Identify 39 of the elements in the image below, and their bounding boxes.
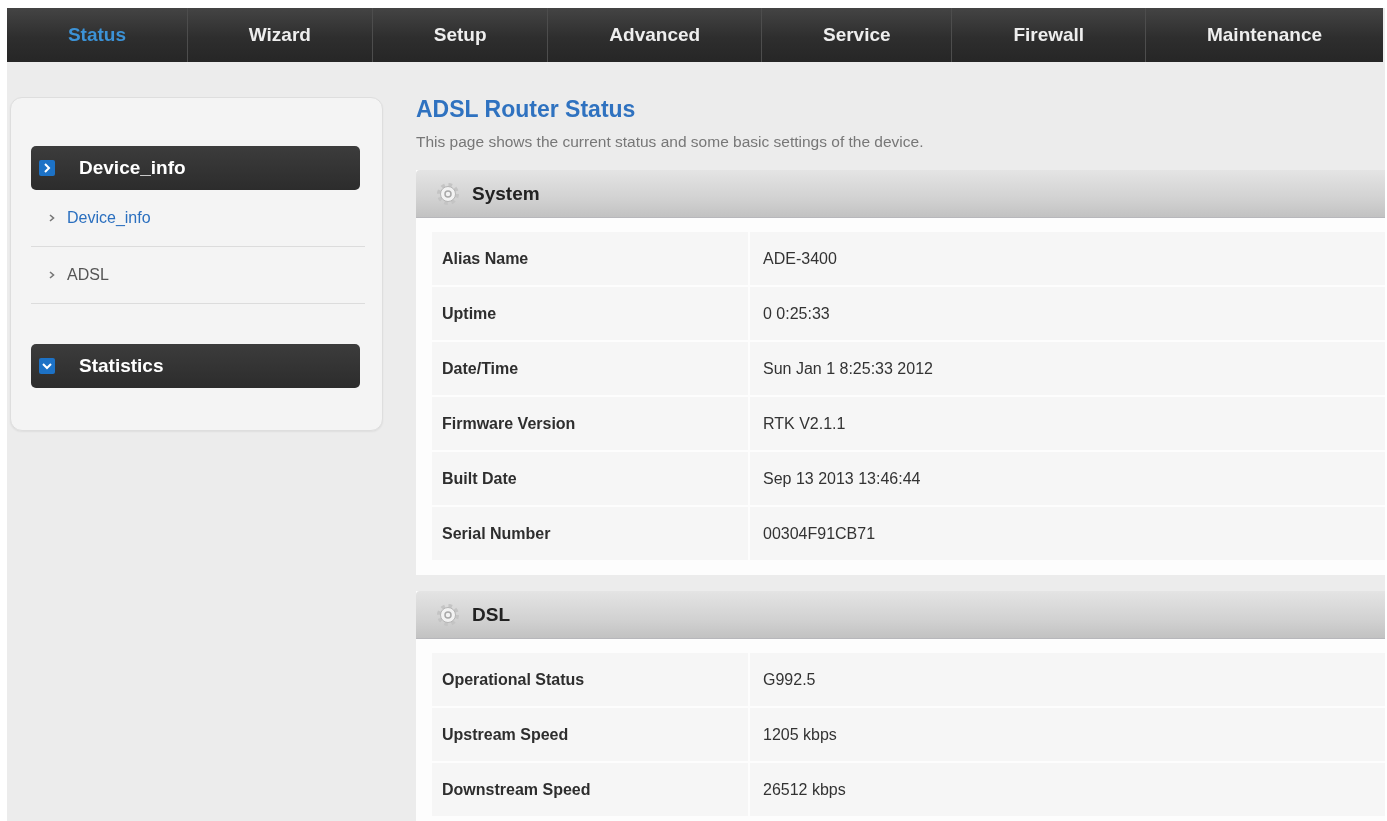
page-description: This page shows the current status and some basic settings of the device. [416,132,925,152]
chevron-right-icon [49,214,55,222]
field-label-cell: Date/Time [432,342,748,395]
page-title: ADSL Router Status [416,95,637,123]
field-value-cell: RTK V2.1.1 [750,397,1385,450]
gear-icon [436,181,460,206]
panel-title: DSL [472,603,510,626]
field-value-cell: Sep 13 2013 13:46:44 [750,452,1385,505]
field-label-cell: Built Date [432,452,748,505]
field-value-cell: 0 0:25:33 [750,287,1385,340]
field-label-cell: Firmware Version [432,397,748,450]
field-value-cell: Sun Jan 1 8:25:33 2012 [750,342,1385,395]
gear-icon [436,602,460,627]
nav-tab[interactable]: Maintenance [1145,8,1383,62]
sidebar-group-header[interactable]: Device_info [31,146,360,190]
field-value-cell: 00304F91CB71 [750,507,1385,560]
field-value-cell: 26512 kbps [750,763,1385,816]
chevron-right-icon [49,271,55,279]
nav-tab[interactable]: Status [7,8,187,62]
field-label-cell: Upstream Speed [432,708,748,761]
field-label-cell: Downstream Speed [432,763,748,816]
panel-title: System [472,182,540,205]
sidebar-group-header[interactable]: Statistics [31,344,360,388]
field-value-cell: G992.5 [750,653,1385,706]
sidebar-link[interactable]: ADSL [49,266,109,284]
field-value-cell: ADE-3400 [750,232,1385,285]
nav-tab[interactable]: Service [761,8,952,62]
nav-tab[interactable]: Advanced [547,8,762,62]
field-label-cell: Alias Name [432,232,748,285]
field-label-cell: Operational Status [432,653,748,706]
field-label-cell: Serial Number [432,507,748,560]
chevron-down-icon [39,358,55,374]
nav-tab[interactable]: Firewall [951,8,1146,62]
field-value-cell: 1205 kbps [750,708,1385,761]
field-label-cell: Uptime [432,287,748,340]
nav-tab[interactable]: Wizard [186,8,372,62]
nav-tab[interactable]: Setup [371,8,548,62]
sidebar-link[interactable]: Device_info [49,209,151,227]
chevron-right-icon [39,160,55,176]
